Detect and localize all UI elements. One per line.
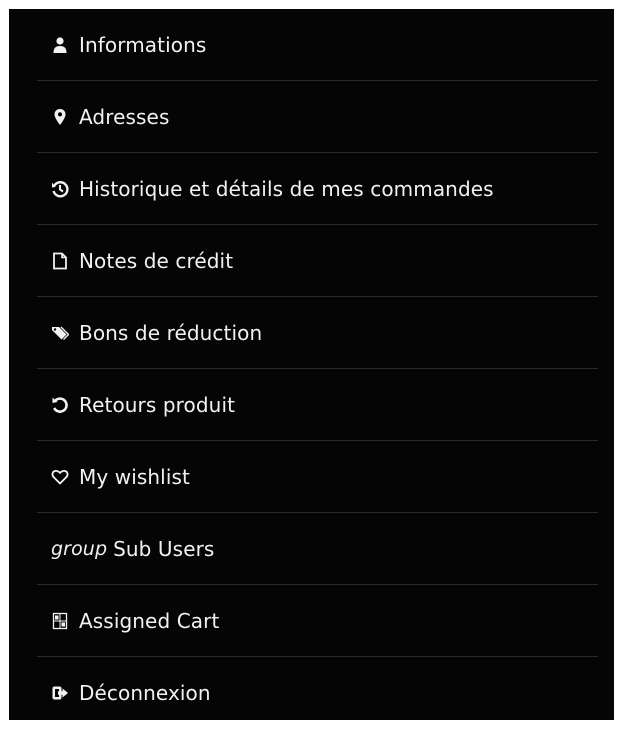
user-icon [51, 36, 69, 54]
history-icon [51, 180, 69, 198]
menu-item-historique[interactable]: Historique et détails de mes commandes [37, 153, 598, 225]
undo-icon [51, 396, 69, 414]
menu-item-label: My wishlist [79, 464, 190, 489]
map-marker-icon [51, 108, 69, 126]
menu-item-deconnexion[interactable]: Déconnexion [37, 657, 598, 729]
group-icon: group [51, 537, 108, 560]
sign-out-icon [51, 684, 69, 702]
menu-item-label: Notes de crédit [79, 248, 234, 273]
cart-glyph-icon [51, 612, 69, 630]
menu-item-label: Informations [79, 32, 207, 57]
menu-item-label: Déconnexion [79, 681, 211, 705]
account-menu: Informations Adresses Historique et déta… [9, 9, 614, 729]
menu-item-label: Bons de réduction [79, 320, 263, 345]
menu-item-label: Historique et détails de mes commandes [79, 176, 494, 201]
menu-item-adresses[interactable]: Adresses [37, 81, 598, 153]
menu-item-label: Sub Users [113, 536, 215, 561]
account-menu-panel: Informations Adresses Historique et déta… [9, 9, 614, 720]
file-icon [51, 252, 69, 270]
menu-item-informations[interactable]: Informations [37, 9, 598, 81]
menu-item-label: Assigned Cart [79, 608, 220, 633]
menu-item-label: Adresses [79, 104, 170, 129]
menu-item-wishlist[interactable]: My wishlist [37, 441, 598, 513]
menu-item-assigned-cart[interactable]: Assigned Cart [37, 585, 598, 657]
menu-item-bons-de-reduction[interactable]: Bons de réduction [37, 297, 598, 369]
menu-item-retours-produit[interactable]: Retours produit [37, 369, 598, 441]
menu-item-sub-users[interactable]: group Sub Users [37, 513, 598, 585]
menu-item-label: Retours produit [79, 392, 236, 417]
heart-icon [51, 468, 69, 486]
menu-item-notes-de-credit[interactable]: Notes de crédit [37, 225, 598, 297]
tags-icon [51, 324, 69, 342]
